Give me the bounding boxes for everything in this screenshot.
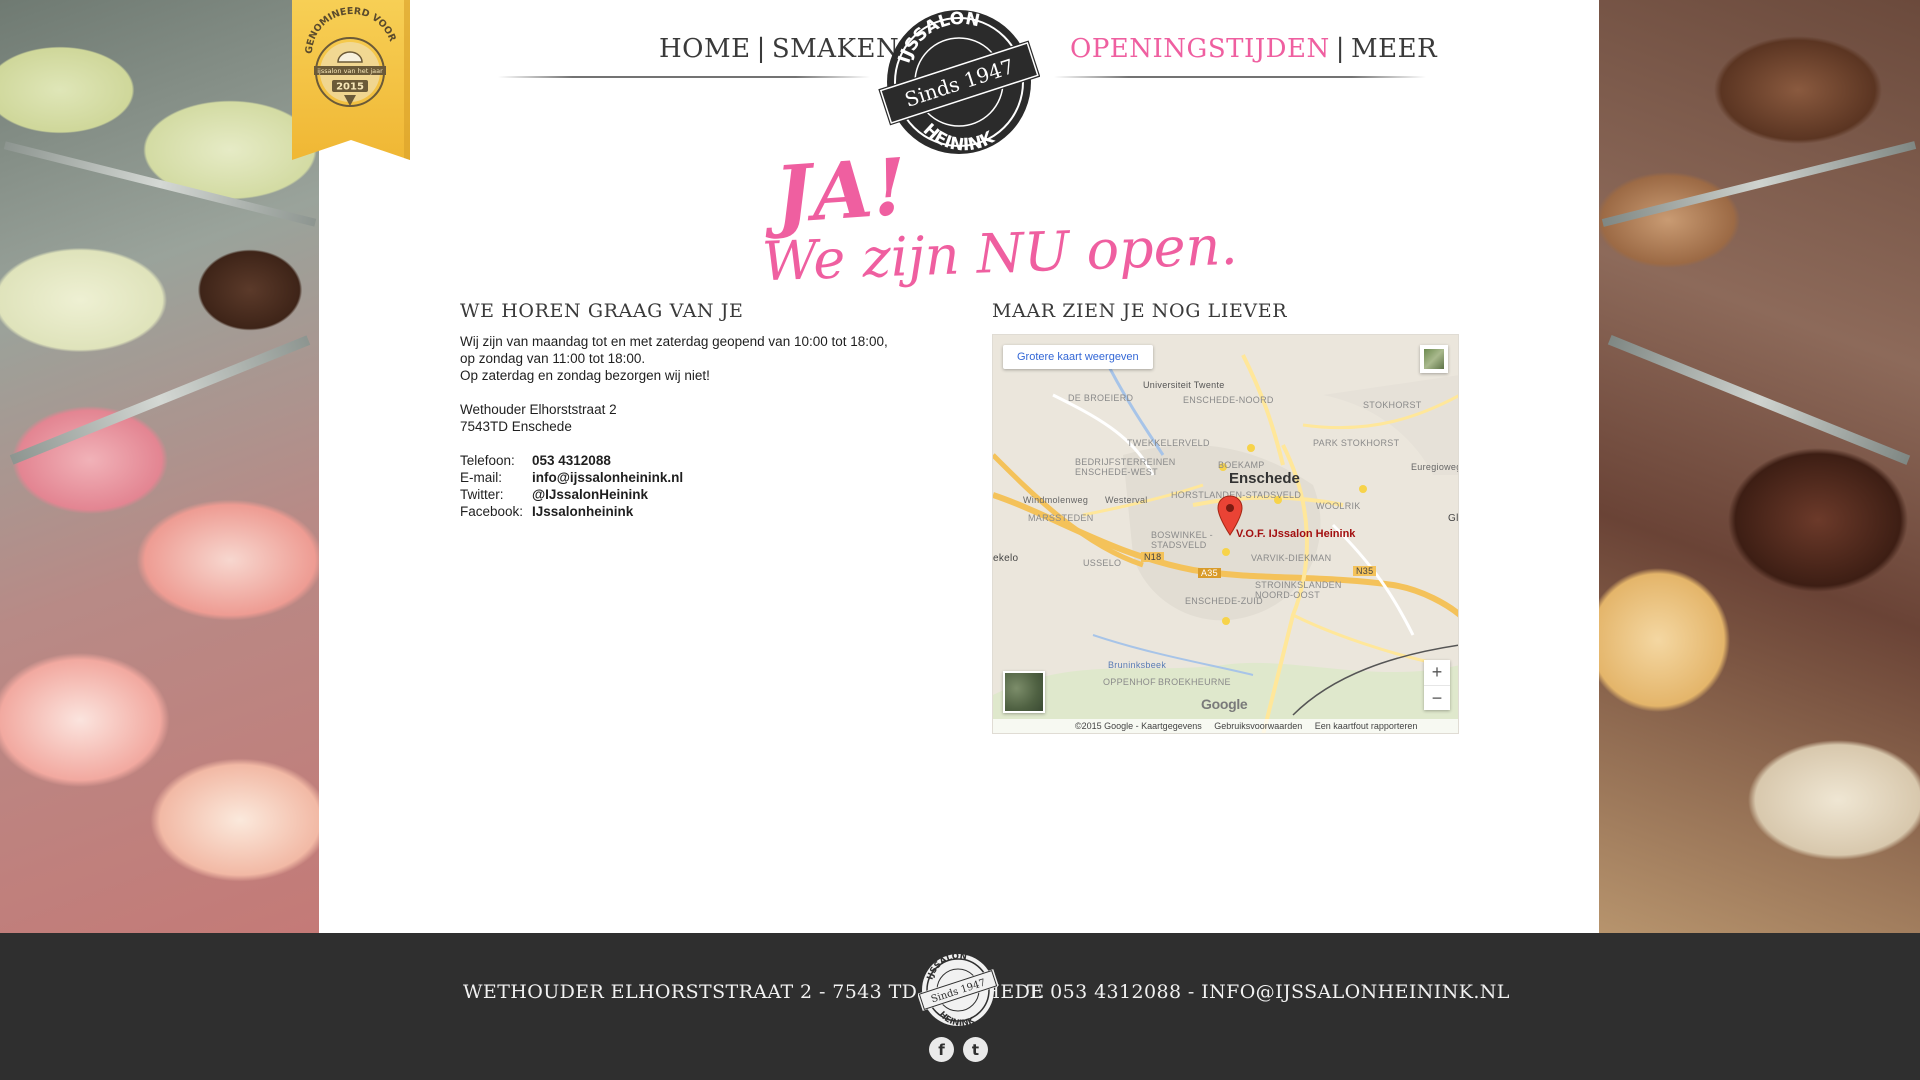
- contact-info: Wij zijn van maandag tot en met zaterdag…: [460, 333, 920, 520]
- contact-section-title: WE HOREN GRAAG VAN JE: [460, 300, 744, 322]
- map-place-label: MARSSTEDEN: [1028, 513, 1094, 523]
- google-map[interactable]: DE BROEIERD Universiteit Twente ENSCHEDE…: [992, 334, 1459, 734]
- address-street: Wethouder Elhorststraat 2: [460, 402, 617, 417]
- hours-line: op zondag van 11:00 tot 18:00.: [460, 351, 646, 366]
- map-place-label: ENSCHEDE-NOORD: [1183, 395, 1274, 405]
- email-label: E-mail:: [460, 470, 503, 485]
- map-road-label: N18: [1141, 552, 1165, 562]
- satellite-icon: [1424, 349, 1444, 369]
- twitter-icon[interactable]: t: [963, 1037, 988, 1062]
- nav-openingstijden[interactable]: OPENINGSTIJDEN: [1070, 34, 1330, 64]
- map-report-link[interactable]: Een kaartfout rapporteren: [1315, 721, 1418, 731]
- map-place-label: ENSCHEDE-ZUID: [1185, 596, 1263, 606]
- contact-list: Telefoon: 053 4312088 E-mail: info@ijssa…: [460, 452, 920, 520]
- opening-hours: Wij zijn van maandag tot en met zaterdag…: [460, 333, 920, 384]
- address-city: 7543TD Enschede: [460, 419, 572, 434]
- footer-contact: T. 053 4312088 - INFO@IJSSALONHEININK.NL: [1027, 981, 1510, 1003]
- map-place-label: BROEKHEURNE: [1158, 677, 1231, 687]
- map-place-label: Universiteit Twente: [1143, 380, 1225, 390]
- map-place-label: Bruninksbeek: [1108, 660, 1167, 670]
- map-copyright: ©2015 Google - Kaartgegevens: [1075, 721, 1202, 731]
- phone-value[interactable]: 053 4312088: [532, 452, 920, 469]
- map-place-label: WOOLRIK: [1316, 501, 1361, 511]
- map-terms-link[interactable]: Gebruiksvoorwaarden: [1214, 721, 1302, 731]
- background-ice-cream-right: [1598, 0, 1920, 933]
- facebook-label: Facebook:: [460, 504, 524, 519]
- nav-meer[interactable]: MEER: [1351, 34, 1437, 64]
- twitter-label: Twitter:: [460, 487, 504, 502]
- phone-label: Telefoon:: [460, 453, 515, 468]
- nav-right: OPENINGSTIJDEN | MEER: [1070, 34, 1437, 64]
- map-poi-label[interactable]: V.O.F. IJssalon Heinink: [1236, 528, 1355, 540]
- facebook-icon[interactable]: f: [929, 1037, 954, 1062]
- map-place-label: OPPENHOF: [1103, 677, 1156, 687]
- satellite-view-thumbnail[interactable]: [1003, 671, 1045, 713]
- map-zoom-control: + −: [1424, 660, 1450, 710]
- map-place-label: USSELO: [1083, 558, 1122, 568]
- nav-separator: |: [756, 34, 766, 64]
- background-ice-cream-left: [0, 0, 320, 933]
- nomination-badge[interactable]: ijssalon van het jaar 2015 GENOMINEERD V…: [292, 0, 410, 160]
- address: Wethouder Elhorststraat 2 7543TD Ensched…: [460, 401, 920, 435]
- nav-rule-left: [498, 76, 870, 78]
- map-place-label: STOKHORST: [1363, 400, 1422, 410]
- map-section-title: MAAR ZIEN JE NOG LIEVER: [992, 300, 1288, 322]
- badge-year: 2015: [336, 82, 364, 93]
- map-place-label: VARVIK-DIEKMAN: [1251, 553, 1332, 563]
- map-place-label: Euregioweg: [1411, 462, 1459, 472]
- zoom-out-button[interactable]: −: [1424, 685, 1450, 710]
- bigger-map-button[interactable]: Grotere kaart weergeven: [1003, 345, 1153, 369]
- map-place-label: Glanerbrug: [1448, 513, 1459, 524]
- badge-subtitle: ijssalon van het jaar: [317, 67, 383, 75]
- map-place-label: Westerval: [1105, 495, 1148, 505]
- map-place-label: ekelo: [993, 553, 1019, 564]
- nav-rule-right: [1054, 76, 1426, 78]
- map-place-label: PARK STOKHORST: [1313, 438, 1400, 448]
- nav-left: HOME | SMAKEN: [659, 34, 899, 64]
- map-road-label: N35: [1353, 566, 1377, 576]
- map-attribution: ©2015 Google - Kaartgegevens Gebruiksvoo…: [993, 719, 1458, 733]
- google-wordmark: Google: [1201, 696, 1248, 712]
- twitter-link[interactable]: @IJssalonHeinink: [532, 486, 920, 503]
- map-place-label: TWEKKELERVELD: [1127, 438, 1210, 448]
- site-logo[interactable]: Sinds 1947 IJSSALON HEININK: [878, 6, 1040, 158]
- nav-separator: |: [1335, 34, 1346, 64]
- hours-line: Wij zijn van maandag tot en met zaterdag…: [460, 334, 888, 349]
- map-place-label: BOSWINKEL - STADSVELD: [1151, 530, 1213, 550]
- map-road-label: A35: [1198, 568, 1221, 578]
- facebook-link[interactable]: IJssalonheinink: [532, 503, 920, 520]
- footer-logo[interactable]: Sinds 1947 IJSSALON HEININK: [918, 952, 998, 1028]
- zoom-in-button[interactable]: +: [1424, 660, 1450, 685]
- map-place-label: DE BROEIERD: [1068, 393, 1134, 403]
- map-place-label: BEDRIJFSTERREINEN ENSCHEDE-WEST: [1075, 457, 1176, 477]
- map-city-label: Enschede: [1229, 470, 1300, 487]
- map-place-label: STROINKSLANDEN NOORD-OOST: [1255, 580, 1342, 600]
- map-place-label: Windmolenweg: [1023, 495, 1089, 505]
- nav-home[interactable]: HOME: [659, 34, 751, 64]
- email-link[interactable]: info@ijssalonheinink.nl: [532, 469, 920, 486]
- hours-line: Op zaterdag en zondag bezorgen wij niet!: [460, 368, 710, 383]
- map-place-label: BOEKAMP: [1218, 460, 1265, 470]
- map-type-toggle[interactable]: [1420, 345, 1448, 373]
